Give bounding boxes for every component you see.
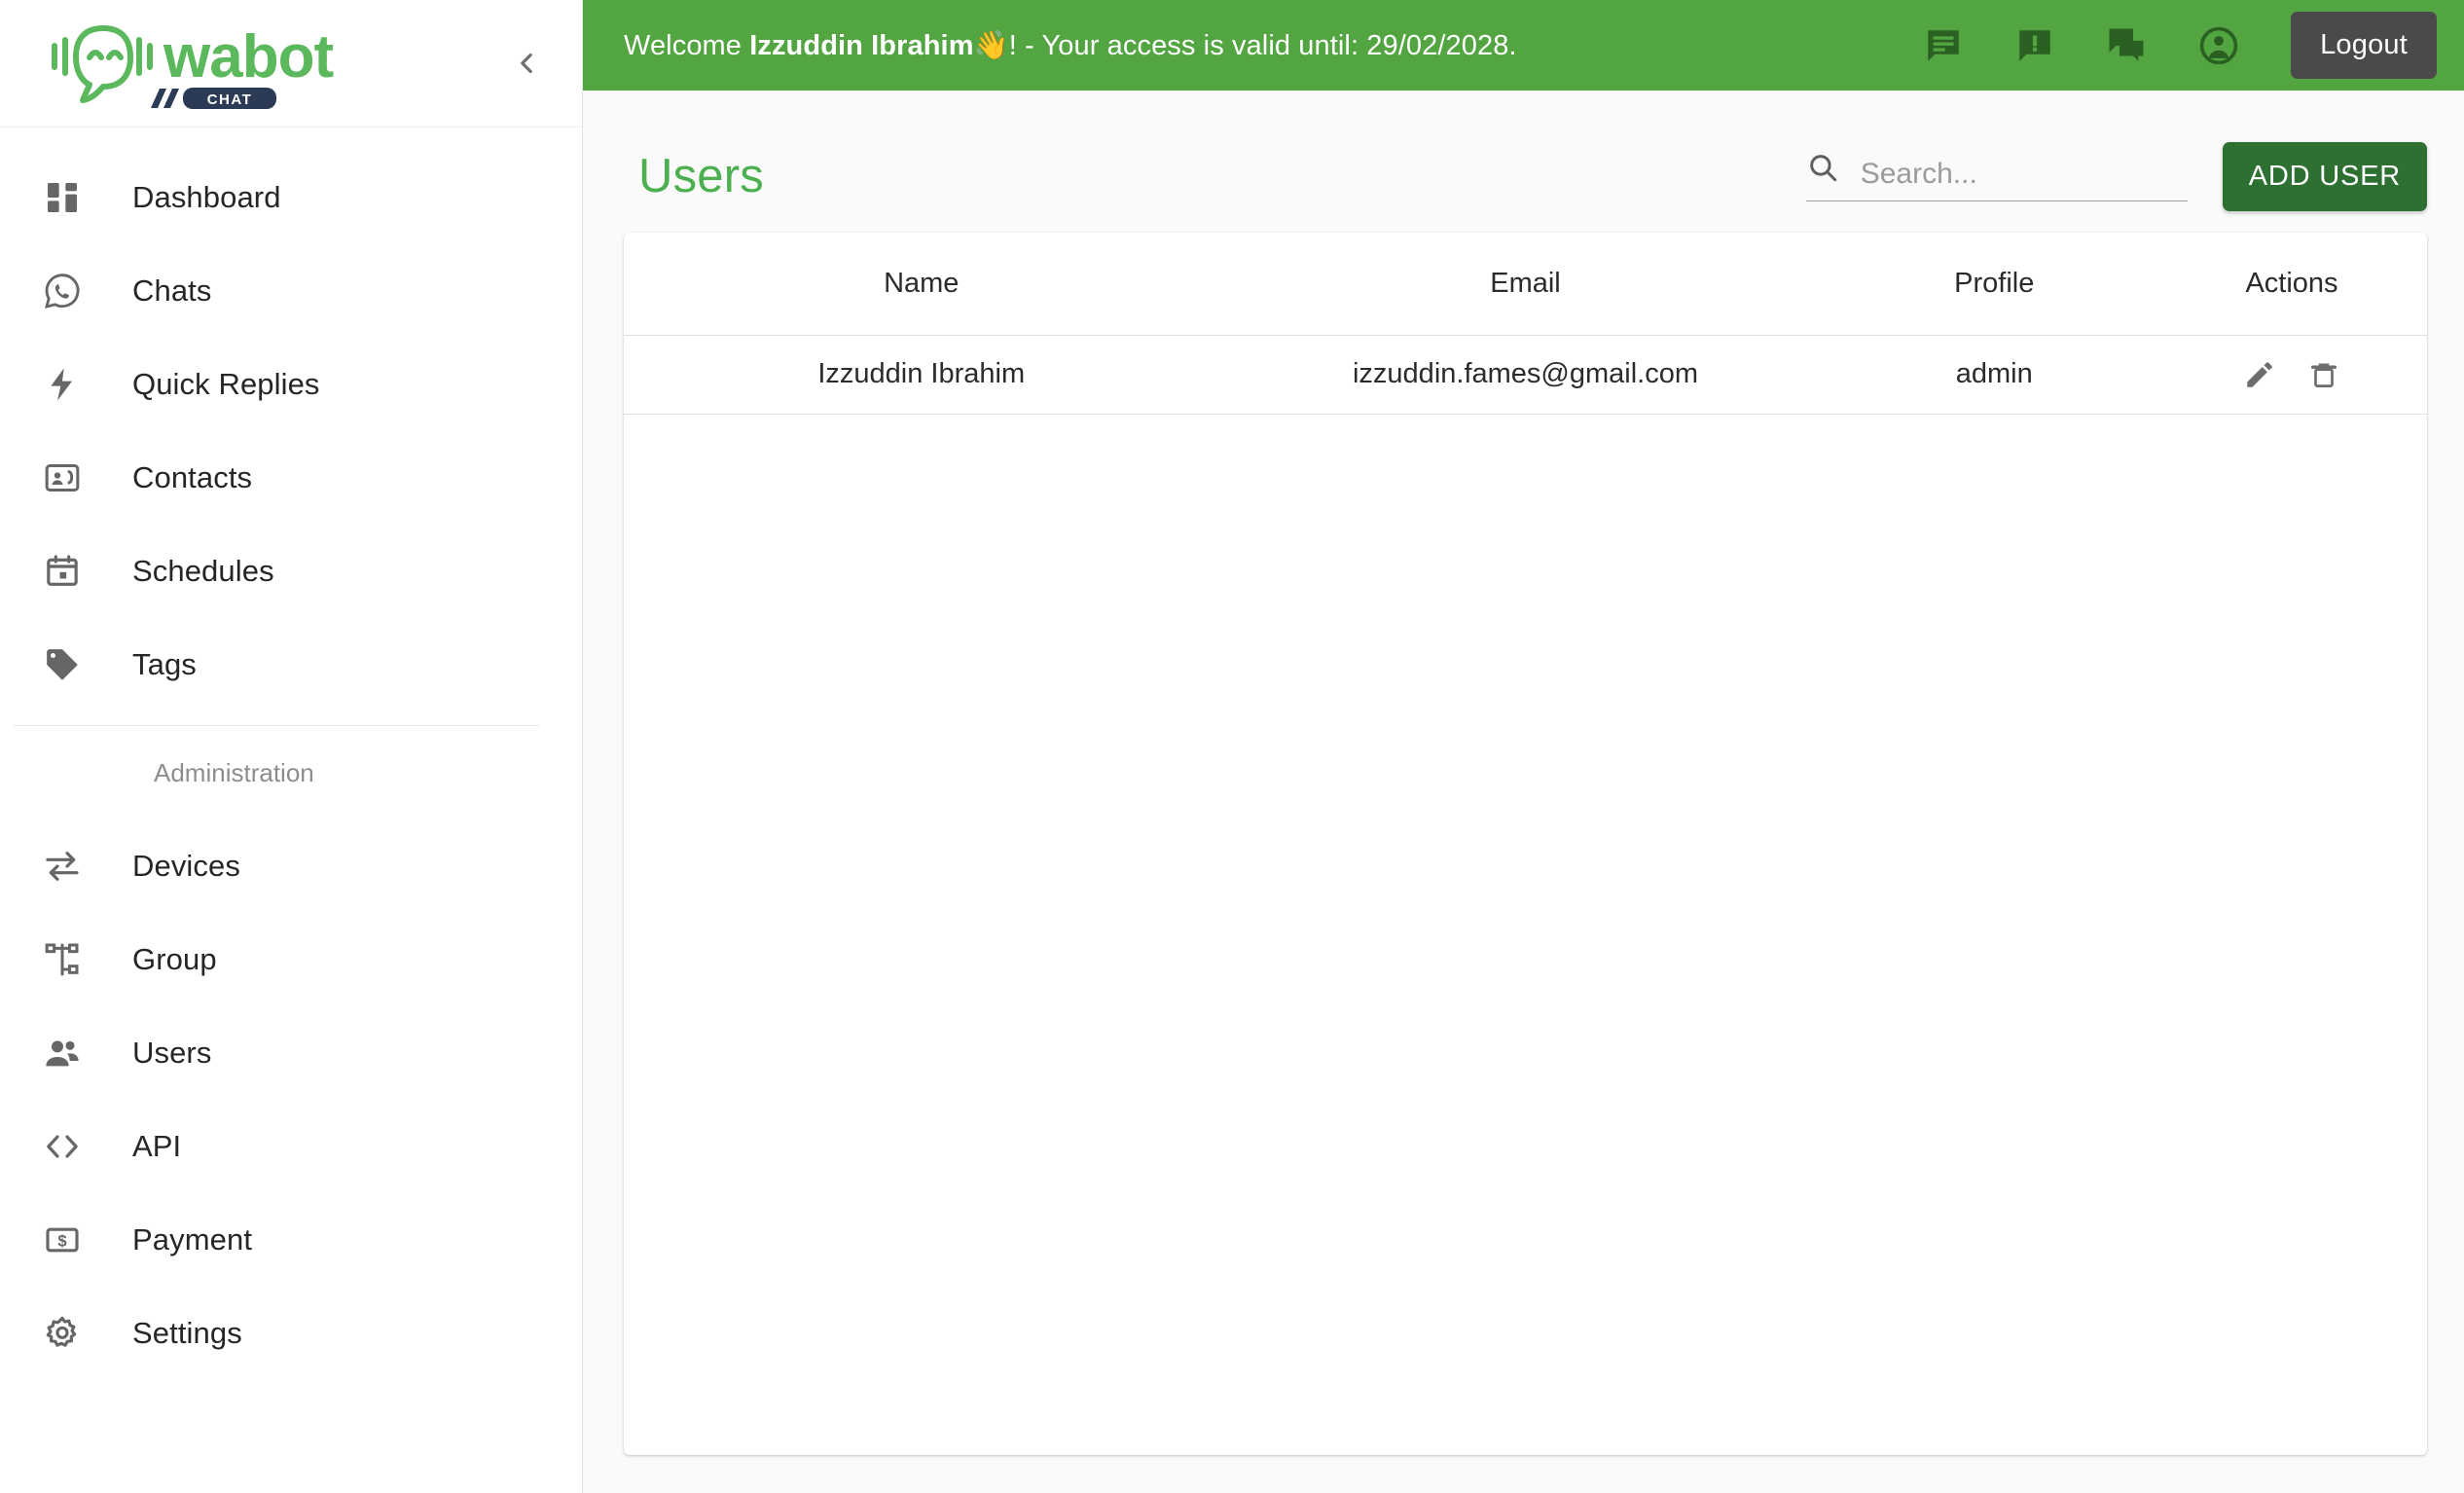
org-tree-icon bbox=[43, 940, 93, 979]
sidebar-item-label: Payment bbox=[132, 1222, 253, 1256]
sidebar-item-label: Quick Replies bbox=[132, 367, 320, 401]
sidebar-item-payment[interactable]: $ Payment bbox=[0, 1193, 582, 1287]
sidebar-item-api[interactable]: API bbox=[0, 1100, 582, 1193]
cell-email: izzuddin.fames@gmail.com bbox=[1218, 335, 1832, 415]
sidebar: wabot CHAT Dashboard Chats Quick Replies… bbox=[0, 0, 583, 1493]
sidebar-item-label: Tags bbox=[132, 647, 197, 681]
users-table-body: Izzuddin Ibrahim izzuddin.fames@gmail.co… bbox=[624, 335, 2427, 415]
users-table-head: Name Email Profile Actions bbox=[624, 233, 2427, 336]
sidebar-item-label: Dashboard bbox=[132, 180, 281, 214]
sidebar-item-group[interactable]: Group bbox=[0, 913, 582, 1006]
wave-emoji-icon: 👋 bbox=[973, 29, 1009, 61]
sidebar-item-chats[interactable]: Chats bbox=[0, 244, 582, 338]
bolt-icon bbox=[43, 365, 93, 404]
page-title: Users bbox=[638, 150, 764, 202]
welcome-suffix: ! - Your access is valid until: 29/02/20… bbox=[1008, 29, 1517, 61]
sidebar-section-administration: Administration bbox=[154, 757, 314, 787]
welcome-message: Welcome Izzuddin Ibrahim👋! - Your access… bbox=[624, 29, 1517, 62]
dashboard-grid-icon bbox=[43, 178, 93, 217]
wabot-logo-icon: wabot CHAT bbox=[52, 23, 334, 109]
account-circle-icon[interactable] bbox=[2197, 24, 2240, 67]
welcome-username: Izzuddin Ibrahim bbox=[749, 29, 974, 61]
code-brackets-icon bbox=[43, 1127, 93, 1166]
svg-text:$: $ bbox=[57, 1232, 67, 1251]
search-field[interactable] bbox=[1805, 151, 2188, 201]
search-input[interactable] bbox=[1860, 158, 2188, 191]
sidebar-collapse-button[interactable] bbox=[500, 37, 553, 90]
sidebar-nav: Dashboard Chats Quick Replies Contacts S… bbox=[0, 127, 582, 1493]
sidebar-item-schedules[interactable]: Schedules bbox=[0, 525, 582, 618]
column-header-name[interactable]: Name bbox=[624, 233, 1219, 336]
sync-arrows-icon bbox=[43, 847, 93, 886]
chevron-left-icon bbox=[521, 53, 532, 74]
welcome-prefix: Welcome bbox=[624, 29, 750, 61]
logout-button[interactable]: Logout bbox=[2291, 12, 2437, 79]
topbar-icon-group bbox=[1923, 24, 2240, 67]
gear-icon bbox=[43, 1314, 93, 1353]
column-header-email[interactable]: Email bbox=[1218, 233, 1832, 336]
sidebar-item-label: Users bbox=[132, 1036, 212, 1070]
contact-card-icon bbox=[43, 458, 93, 497]
calendar-icon bbox=[43, 552, 93, 591]
svg-text:wabot: wabot bbox=[163, 23, 333, 91]
page-content: Users ADD USER bbox=[583, 91, 2464, 1493]
sidebar-item-devices[interactable]: Devices bbox=[0, 819, 582, 913]
cell-profile: admin bbox=[1831, 335, 2157, 415]
users-table: Name Email Profile Actions Izzuddin Ibra… bbox=[624, 233, 2427, 415]
people-icon bbox=[43, 1034, 93, 1073]
sidebar-item-label: Settings bbox=[132, 1316, 242, 1350]
sidebar-item-label: Contacts bbox=[132, 460, 253, 494]
sidebar-item-label: Chats bbox=[132, 273, 212, 308]
app-root: wabot CHAT Dashboard Chats Quick Replies… bbox=[0, 0, 2464, 1493]
cell-actions bbox=[2156, 335, 2427, 415]
svg-text:CHAT: CHAT bbox=[207, 91, 253, 108]
forum-icon[interactable] bbox=[2106, 25, 2147, 66]
alert-message-icon[interactable] bbox=[2014, 25, 2055, 66]
table-header-row: Name Email Profile Actions bbox=[624, 233, 2427, 336]
sidebar-item-settings[interactable]: Settings bbox=[0, 1287, 582, 1380]
sidebar-item-users[interactable]: Users bbox=[0, 1006, 582, 1100]
feed-message-icon[interactable] bbox=[1923, 25, 1964, 66]
sidebar-item-contacts[interactable]: Contacts bbox=[0, 431, 582, 525]
column-header-actions: Actions bbox=[2156, 233, 2427, 336]
table-row[interactable]: Izzuddin Ibrahim izzuddin.fames@gmail.co… bbox=[624, 335, 2427, 415]
add-user-button[interactable]: ADD USER bbox=[2222, 141, 2427, 211]
dollar-card-icon: $ bbox=[43, 1220, 93, 1259]
search-icon bbox=[1806, 151, 1839, 191]
sidebar-item-label: API bbox=[132, 1129, 182, 1163]
row-actions bbox=[2156, 336, 2427, 414]
brand-logo[interactable]: wabot CHAT bbox=[43, 17, 393, 110]
top-banner: Welcome Izzuddin Ibrahim👋! - Your access… bbox=[583, 0, 2464, 91]
sidebar-item-label: Devices bbox=[132, 849, 240, 883]
sidebar-item-label: Group bbox=[132, 942, 217, 976]
main-area: Welcome Izzuddin Ibrahim👋! - Your access… bbox=[583, 0, 2464, 1493]
users-table-card: Name Email Profile Actions Izzuddin Ibra… bbox=[624, 233, 2427, 1455]
sidebar-item-dashboard[interactable]: Dashboard bbox=[0, 151, 582, 244]
page-header: Users ADD USER bbox=[624, 129, 2427, 223]
trash-icon[interactable] bbox=[2307, 358, 2340, 391]
whatsapp-icon bbox=[43, 272, 93, 310]
sidebar-header: wabot CHAT bbox=[0, 0, 582, 127]
cell-name: Izzuddin Ibrahim bbox=[624, 335, 1219, 415]
pencil-icon[interactable] bbox=[2243, 358, 2276, 391]
sidebar-item-quick-replies[interactable]: Quick Replies bbox=[0, 338, 582, 431]
sidebar-item-label: Schedules bbox=[132, 554, 274, 588]
column-header-profile[interactable]: Profile bbox=[1831, 233, 2157, 336]
tag-icon bbox=[43, 645, 93, 684]
sidebar-item-tags[interactable]: Tags bbox=[0, 618, 582, 711]
